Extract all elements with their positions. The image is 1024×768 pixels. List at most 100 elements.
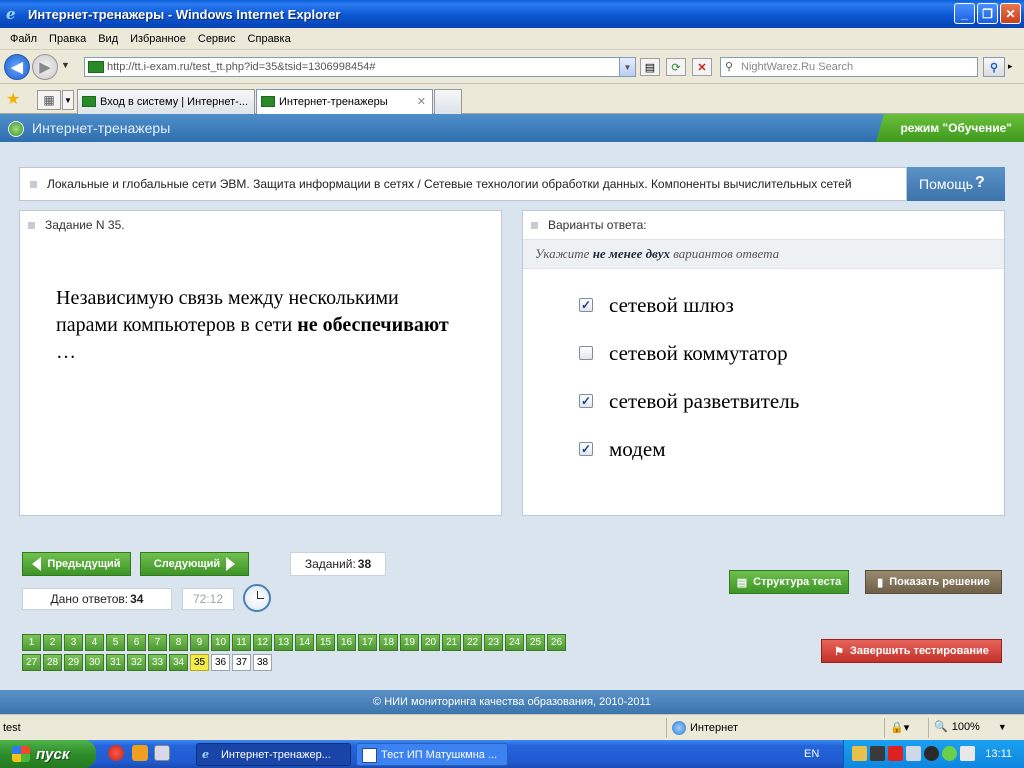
- task-number-button[interactable]: 35: [190, 654, 209, 671]
- task-number-button[interactable]: 22: [463, 634, 482, 651]
- history-dropdown-icon[interactable]: ▼: [61, 60, 70, 70]
- back-button[interactable]: ◀: [4, 54, 30, 80]
- window-controls: _ ❐ ✕: [954, 3, 1021, 24]
- answer-option[interactable]: ✓ модем: [579, 425, 799, 473]
- quick-tabs-button[interactable]: ▦: [37, 90, 61, 110]
- answer-option[interactable]: ✓ сетевой разветвитель: [579, 377, 799, 425]
- tray-app-icon[interactable]: [924, 746, 939, 761]
- menu-help[interactable]: Справка: [242, 33, 297, 45]
- menu-edit[interactable]: Правка: [43, 33, 92, 45]
- task-number-button[interactable]: 34: [169, 654, 188, 671]
- task-number-button[interactable]: 26: [547, 634, 566, 651]
- task-number-button[interactable]: 1: [22, 634, 41, 651]
- answer-option[interactable]: сетевой коммутатор: [579, 329, 799, 377]
- task-number-button[interactable]: 29: [64, 654, 83, 671]
- protected-mode-icon[interactable]: 🔒▾: [890, 721, 909, 734]
- task-number-button[interactable]: 27: [22, 654, 41, 671]
- task-number-button[interactable]: 10: [211, 634, 230, 651]
- site-title: Интернет-тренажеры: [32, 120, 171, 136]
- refresh-button[interactable]: ⟳: [666, 58, 686, 76]
- compatibility-view-button[interactable]: ▤: [640, 58, 660, 76]
- search-provider-icon: ⚲: [725, 61, 734, 73]
- tab-trainers[interactable]: Интернет-тренажеры ✕: [256, 89, 433, 114]
- task-number-button[interactable]: 32: [127, 654, 146, 671]
- task-number-button[interactable]: 37: [232, 654, 251, 671]
- tab-close-icon[interactable]: ✕: [417, 95, 426, 108]
- previous-button[interactable]: Предыдущий: [22, 552, 131, 576]
- tray-app-icon[interactable]: [942, 746, 957, 761]
- task-title: Задание N 35.: [45, 218, 125, 232]
- task-number-button[interactable]: 13: [274, 634, 293, 651]
- menu-tools[interactable]: Сервис: [192, 33, 242, 45]
- finish-test-button[interactable]: ⚑ Завершить тестирование: [821, 639, 1002, 663]
- url-field[interactable]: http://tt.i-exam.ru/test_tt.php?id=35&ts…: [84, 57, 636, 77]
- task-number-button[interactable]: 21: [442, 634, 461, 651]
- task-number-button[interactable]: 6: [127, 634, 146, 651]
- stop-button[interactable]: ✕: [692, 58, 712, 76]
- menu-view[interactable]: Вид: [92, 33, 124, 45]
- taskbar-item-word[interactable]: Тест ИП Матушкмна ...: [356, 743, 508, 766]
- forward-button[interactable]: ▶: [32, 54, 58, 80]
- language-indicator[interactable]: EN: [804, 748, 819, 760]
- task-number-button[interactable]: 18: [379, 634, 398, 651]
- answer-checkbox[interactable]: ✓: [579, 442, 593, 456]
- quicklaunch-app-icon[interactable]: [132, 745, 148, 761]
- task-number-button[interactable]: 8: [169, 634, 188, 651]
- tray-app-icon[interactable]: [852, 746, 867, 761]
- next-button[interactable]: Следующий: [140, 552, 249, 576]
- task-number-button[interactable]: 4: [85, 634, 104, 651]
- task-number-button[interactable]: 7: [148, 634, 167, 651]
- task-number-button[interactable]: 31: [106, 654, 125, 671]
- tab-list-dropdown-icon[interactable]: ▼: [62, 90, 74, 110]
- taskbar-item-ie[interactable]: e Интернет-тренажер...: [196, 743, 351, 766]
- favorites-star-icon[interactable]: ★: [6, 89, 20, 109]
- task-number-button[interactable]: 9: [190, 634, 209, 651]
- answer-checkbox[interactable]: ✓: [579, 298, 593, 312]
- help-button[interactable]: Помощь ?: [907, 167, 1005, 201]
- task-number-button[interactable]: 23: [484, 634, 503, 651]
- kaspersky-icon[interactable]: [888, 746, 903, 761]
- close-button[interactable]: ✕: [1000, 3, 1021, 24]
- task-number-button[interactable]: 28: [43, 654, 62, 671]
- start-button[interactable]: пуск: [0, 740, 96, 768]
- tray-app-icon[interactable]: [960, 746, 975, 761]
- task-number-button[interactable]: 15: [316, 634, 335, 651]
- task-number-button[interactable]: 2: [43, 634, 62, 651]
- show-desktop-icon[interactable]: [154, 745, 170, 761]
- task-number-button[interactable]: 38: [253, 654, 272, 671]
- answer-option[interactable]: ✓ сетевой шлюз: [579, 281, 799, 329]
- new-tab-button[interactable]: [434, 89, 462, 114]
- answer-checkbox[interactable]: [579, 346, 593, 360]
- show-solution-button[interactable]: ▮ Показать решение: [865, 570, 1002, 594]
- search-options-icon[interactable]: ▸: [1008, 61, 1013, 72]
- task-number-button[interactable]: 16: [337, 634, 356, 651]
- task-number-button[interactable]: 17: [358, 634, 377, 651]
- answer-checkbox[interactable]: ✓: [579, 394, 593, 408]
- test-structure-button[interactable]: ▤ Структура теста: [729, 570, 849, 594]
- task-number-button[interactable]: 5: [106, 634, 125, 651]
- task-number-button[interactable]: 3: [64, 634, 83, 651]
- minimize-button[interactable]: _: [954, 3, 975, 24]
- search-input[interactable]: ⚲ NightWarez.Ru Search: [720, 57, 978, 77]
- tab-login[interactable]: Вход в систему | Интернет-...: [77, 89, 255, 114]
- task-number-button[interactable]: 25: [526, 634, 545, 651]
- volume-icon[interactable]: [906, 746, 921, 761]
- task-number-button[interactable]: 12: [253, 634, 272, 651]
- menu-favorites[interactable]: Избранное: [124, 33, 192, 45]
- task-number-button[interactable]: 20: [421, 634, 440, 651]
- task-number-button[interactable]: 19: [400, 634, 419, 651]
- task-number-button[interactable]: 14: [295, 634, 314, 651]
- url-dropdown-icon[interactable]: ▼: [619, 58, 635, 76]
- task-number-button[interactable]: 24: [505, 634, 524, 651]
- task-number-button[interactable]: 33: [148, 654, 167, 671]
- task-number-button[interactable]: 11: [232, 634, 251, 651]
- task-number-button[interactable]: 36: [211, 654, 230, 671]
- opera-icon[interactable]: [108, 745, 124, 761]
- topic-text: Локальные и глобальные сети ЭВМ. Защита …: [47, 177, 852, 191]
- search-button[interactable]: ⚲: [983, 57, 1005, 77]
- tray-app-icon[interactable]: [870, 746, 885, 761]
- menu-file[interactable]: Файл: [4, 33, 43, 45]
- maximize-button[interactable]: ❐: [977, 3, 998, 24]
- zoom-control[interactable]: 🔍 100% ▼: [934, 720, 1007, 734]
- task-number-button[interactable]: 30: [85, 654, 104, 671]
